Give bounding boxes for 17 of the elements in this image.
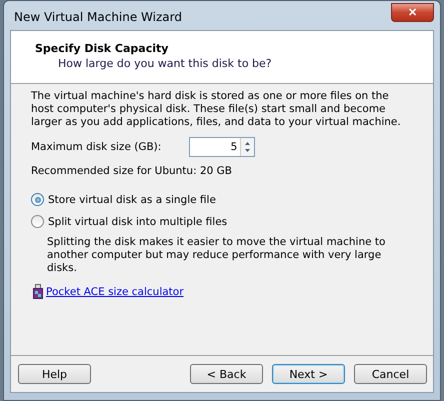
close-button[interactable]: ✕ [391, 3, 434, 22]
next-button[interactable]: Next > [272, 364, 345, 384]
disk-size-label: Maximum disk size (GB): [31, 141, 162, 153]
help-button[interactable]: Help [18, 364, 91, 384]
window-title: New Virtual Machine Wizard [13, 10, 182, 24]
page-subtitle: How large do you want this disk to be? [57, 57, 273, 70]
usb-drive-icon [33, 284, 43, 299]
calculator-link[interactable]: Pocket ACE size calculator [46, 286, 184, 298]
disk-size-spinner[interactable]: 5 [189, 137, 256, 157]
recommendation-text: Recommended size for Ubuntu: 20 GB [31, 165, 233, 177]
description-text: The virtual machine's hard disk is stored as one or more files on the host computer's physical disk. These file(s) start small and become larger as you add applications, files, and data to your virtual machine. [31, 90, 402, 129]
back-button[interactable]: < Back [190, 364, 263, 384]
split-note-text: Splitting the disk makes it easier to move the virtual machine to another computer but may reduce performance with very large disks. [46, 236, 386, 275]
page-title: Specify Disk Capacity [35, 42, 170, 55]
radio-option[interactable]: Store virtual disk as a single file [31, 193, 216, 206]
radio-option[interactable]: Split virtual disk into multiple files [31, 215, 228, 228]
cancel-button[interactable]: Cancel [354, 364, 427, 384]
